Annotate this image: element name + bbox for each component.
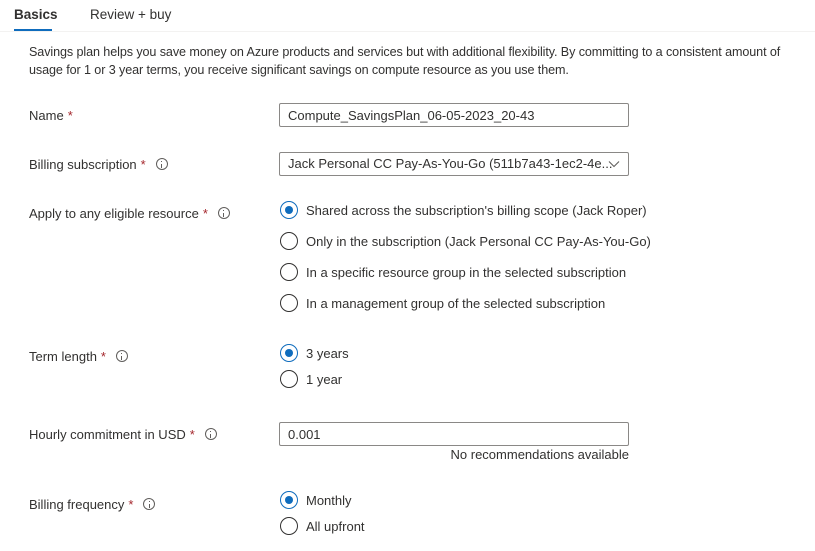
radio-label: 1 year — [306, 371, 343, 387]
info-icon[interactable] — [143, 498, 156, 510]
tab-review-buy[interactable]: Review + buy — [90, 0, 171, 31]
radio-1-year[interactable]: 1 year — [280, 369, 349, 389]
required-marker: * — [128, 496, 134, 512]
radio-monthly[interactable]: Monthly — [280, 490, 365, 510]
name-label: Name * — [29, 106, 73, 124]
radio-circle — [280, 370, 298, 388]
billing-subscription-dropdown[interactable]: Jack Personal CC Pay-As-You-Go (511b7a43… — [279, 152, 629, 176]
radio-circle — [280, 294, 298, 312]
description-text: Savings plan helps you save money on Azu… — [29, 45, 781, 77]
required-marker: * — [140, 156, 146, 172]
hourly-commitment-label-text: Hourly commitment in USD — [29, 426, 186, 442]
radio-management-group[interactable]: In a management group of the selected su… — [280, 293, 651, 313]
billing-frequency-label-text: Billing frequency — [29, 496, 125, 512]
radio-circle-checked — [280, 344, 298, 362]
tabs-divider — [0, 31, 815, 32]
required-marker: * — [67, 107, 73, 123]
info-icon[interactable] — [155, 158, 168, 170]
radio-label: In a management group of the selected su… — [306, 295, 606, 311]
required-marker: * — [100, 348, 106, 364]
radio-label: 3 years — [306, 345, 349, 361]
chevron-down-icon — [608, 161, 620, 168]
radio-label: Only in the subscription (Jack Personal … — [306, 233, 651, 249]
radio-circle — [280, 232, 298, 250]
radio-label: All upfront — [306, 518, 365, 534]
apply-scope-radio-group: Shared across the subscription's billing… — [280, 200, 651, 313]
billing-subscription-label-text: Billing subscription — [29, 156, 137, 172]
radio-label: Shared across the subscription's billing… — [306, 202, 647, 218]
hourly-commitment-input[interactable] — [279, 422, 629, 446]
billing-subscription-label: Billing subscription * — [29, 155, 168, 173]
tab-basics[interactable]: Basics — [14, 0, 66, 31]
apply-scope-label-text: Apply to any eligible resource — [29, 205, 199, 221]
radio-circle-checked — [280, 491, 298, 509]
recommendation-hint: No recommendations available — [450, 447, 629, 462]
name-input[interactable] — [279, 103, 629, 127]
term-length-label-text: Term length — [29, 348, 97, 364]
apply-scope-label: Apply to any eligible resource * — [29, 204, 230, 222]
radio-all-upfront[interactable]: All upfront — [280, 516, 365, 536]
required-marker: * — [189, 426, 195, 442]
radio-label: Monthly — [306, 492, 352, 508]
radio-shared-scope[interactable]: Shared across the subscription's billing… — [280, 200, 651, 220]
radio-circle — [280, 263, 298, 281]
radio-resource-group[interactable]: In a specific resource group in the sele… — [280, 262, 651, 282]
radio-label: In a specific resource group in the sele… — [306, 264, 627, 280]
billing-frequency-radio-group: Monthly All upfront — [280, 490, 365, 536]
term-length-label: Term length * — [29, 347, 128, 365]
term-length-radio-group: 3 years 1 year — [280, 343, 349, 389]
info-icon[interactable] — [204, 428, 217, 440]
hourly-commitment-label: Hourly commitment in USD * — [29, 425, 217, 443]
radio-3-years[interactable]: 3 years — [280, 343, 349, 363]
radio-circle — [280, 517, 298, 535]
name-label-text: Name — [29, 107, 64, 123]
info-icon[interactable] — [115, 350, 128, 362]
radio-single-subscription[interactable]: Only in the subscription (Jack Personal … — [280, 231, 651, 251]
billing-frequency-label: Billing frequency * — [29, 495, 156, 513]
tab-bar: Basics Review + buy — [14, 0, 171, 31]
info-icon[interactable] — [217, 207, 230, 219]
billing-subscription-selected: Jack Personal CC Pay-As-You-Go (511b7a43… — [288, 156, 613, 171]
required-marker: * — [202, 205, 208, 221]
radio-circle-checked — [280, 201, 298, 219]
